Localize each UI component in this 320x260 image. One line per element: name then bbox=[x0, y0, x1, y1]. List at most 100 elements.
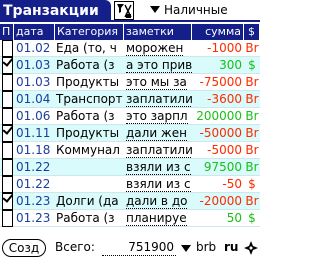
row-note: планируе bbox=[124, 210, 192, 227]
filter-icon[interactable] bbox=[114, 1, 134, 20]
row-sum: 97500 bbox=[203, 160, 242, 174]
row-currency: $ bbox=[248, 211, 256, 225]
row-category: Работа (з bbox=[56, 211, 115, 225]
row-category bbox=[55, 176, 124, 193]
header-category[interactable]: Категория bbox=[55, 24, 124, 40]
row-note: а это прив bbox=[124, 57, 192, 74]
row-note: заплатили bbox=[124, 142, 192, 159]
row-date: 01.02 bbox=[16, 41, 51, 55]
currency-label[interactable]: brb bbox=[196, 239, 216, 256]
window-title[interactable]: Транзакции bbox=[0, 0, 111, 22]
table-row[interactable]: 01.11 Продукты дали жен -50000 Br bbox=[0, 125, 260, 142]
row-currency: Br bbox=[245, 75, 259, 89]
row-checkbox[interactable] bbox=[2, 57, 13, 74]
table-row[interactable]: 01.23 Работа (з планируе 50 $ bbox=[0, 210, 260, 227]
chevron-down-icon[interactable] bbox=[181, 245, 191, 252]
row-sum: 50 bbox=[226, 211, 242, 225]
row-note: это мы за bbox=[124, 74, 192, 91]
table-row[interactable]: 01.23 Долги (да дали в до -20000 Br bbox=[0, 193, 260, 210]
row-sum: -50000 bbox=[199, 126, 242, 140]
row-currency: $ bbox=[248, 58, 256, 72]
table-header: П дата Категория заметки сумма $ bbox=[0, 24, 260, 40]
row-date: 01.23 bbox=[16, 211, 51, 225]
header-currency[interactable]: $ bbox=[244, 24, 260, 40]
header-sum[interactable]: сумма bbox=[192, 24, 244, 40]
row-category: Транспорт bbox=[56, 92, 123, 106]
row-sum: -20000 bbox=[199, 194, 242, 208]
row-checkbox[interactable] bbox=[2, 91, 13, 108]
row-checkbox[interactable] bbox=[2, 159, 13, 176]
table-row[interactable]: 01.22 взяли из с 97500 Br bbox=[0, 159, 260, 176]
language-indicator[interactable]: ru bbox=[224, 239, 238, 256]
row-category: Работа (з bbox=[56, 58, 115, 72]
row-date: 01.06 bbox=[16, 109, 51, 123]
row-category: Еда (то, ч bbox=[56, 41, 117, 55]
row-currency: Br bbox=[245, 109, 259, 123]
row-note: это зарпл bbox=[124, 108, 192, 125]
row-checkbox[interactable] bbox=[2, 193, 13, 210]
total-value[interactable]: 751900 bbox=[102, 239, 176, 256]
table-row[interactable]: 01.06 Работа (з это зарпл 200000 Br bbox=[0, 108, 260, 125]
row-category bbox=[55, 159, 124, 176]
table-row[interactable]: 01.02 Еда (то, ч морожен -1000 Br bbox=[0, 40, 260, 57]
title-bar: Транзакции Наличные bbox=[0, 0, 260, 22]
row-sum: -50 bbox=[222, 177, 242, 191]
row-note: заплатили bbox=[124, 91, 192, 108]
row-category: Работа (з bbox=[56, 109, 115, 123]
table-row[interactable]: 01.04 Транспорт заплатили -3600 Br bbox=[0, 91, 260, 108]
category-filter-value: Наличные bbox=[164, 3, 228, 17]
row-sum: 200000 bbox=[196, 109, 242, 123]
row-checkbox[interactable] bbox=[2, 176, 13, 193]
row-checkbox[interactable] bbox=[2, 108, 13, 125]
row-date: 01.11 bbox=[16, 126, 51, 140]
row-currency: Br bbox=[245, 92, 259, 106]
row-category: Продукты bbox=[56, 126, 120, 140]
row-note: дали жен bbox=[124, 125, 192, 142]
row-date: 01.03 bbox=[16, 75, 51, 89]
row-checkbox[interactable] bbox=[2, 125, 13, 142]
create-button[interactable]: Созд bbox=[2, 239, 46, 257]
row-currency: Br bbox=[245, 160, 259, 174]
header-check[interactable]: П bbox=[0, 24, 14, 40]
row-date: 01.22 bbox=[16, 177, 51, 191]
row-category: Долги (да bbox=[56, 194, 119, 208]
row-sum: -1000 bbox=[207, 41, 242, 55]
row-checkbox[interactable] bbox=[2, 142, 13, 159]
row-sum: -3600 bbox=[207, 92, 242, 106]
row-category: Коммунал bbox=[56, 143, 120, 157]
row-note-text: морожен bbox=[126, 41, 184, 56]
row-note: взяли из с bbox=[124, 176, 192, 193]
chevron-down-icon bbox=[150, 6, 160, 13]
row-currency: Br bbox=[245, 41, 259, 55]
row-note-text: это зарпл bbox=[126, 109, 188, 124]
row-note-text: дали в до bbox=[126, 194, 188, 209]
header-date[interactable]: дата bbox=[14, 24, 55, 40]
table-row[interactable]: 01.22 взяли из с -50 $ bbox=[0, 176, 260, 193]
row-currency: Br bbox=[245, 143, 259, 157]
row-checkbox[interactable] bbox=[2, 210, 13, 227]
row-date: 01.03 bbox=[16, 58, 51, 72]
row-category: Продукты bbox=[56, 75, 120, 89]
row-date: 01.04 bbox=[16, 92, 51, 106]
row-sum: 300 bbox=[219, 58, 242, 72]
table-row[interactable]: 01.03 Работа (з а это прив 300 $ bbox=[0, 57, 260, 74]
table-row[interactable]: 01.03 Продукты это мы за -75000 Br bbox=[0, 74, 260, 91]
row-checkbox[interactable] bbox=[2, 40, 13, 57]
row-date: 01.22 bbox=[16, 160, 51, 174]
row-date: 01.18 bbox=[16, 143, 51, 157]
row-currency: Br bbox=[245, 194, 259, 208]
row-date: 01.23 bbox=[16, 194, 51, 208]
category-filter-dropdown[interactable]: Наличные bbox=[150, 0, 228, 20]
row-currency: Br bbox=[245, 126, 259, 140]
row-note-text: взяли из с bbox=[126, 160, 191, 175]
row-checkbox[interactable] bbox=[2, 74, 13, 91]
compass-icon[interactable] bbox=[243, 240, 259, 256]
header-note[interactable]: заметки bbox=[124, 24, 192, 40]
row-note-text: заплатили bbox=[126, 92, 192, 107]
row-note: морожен bbox=[124, 40, 192, 57]
bottom-bar: Созд Всего: 751900 brb ru bbox=[0, 236, 260, 260]
table-row[interactable]: 01.18 Коммунал заплатили -5000 Br bbox=[0, 142, 260, 159]
row-note-text: заплатили bbox=[126, 143, 192, 158]
row-note-text: взяли из с bbox=[126, 177, 191, 192]
total-label: Всего: bbox=[55, 240, 95, 254]
